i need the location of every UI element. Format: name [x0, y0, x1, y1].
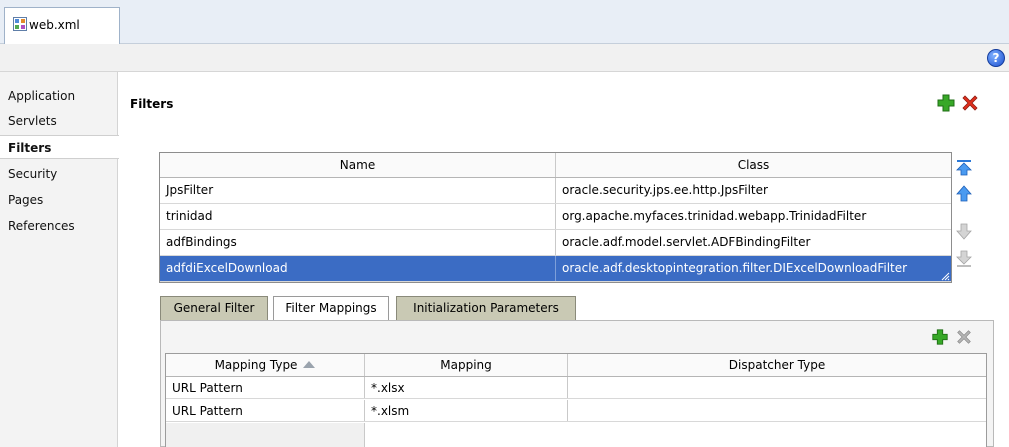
filter-name-cell: adfdiExcelDownload — [160, 256, 556, 281]
column-header-name[interactable]: Name — [160, 153, 556, 177]
mapping-cell: *.xlsm — [365, 400, 568, 421]
filter-class-cell: org.apache.myfaces.trinidad.webapp.Trini… — [562, 209, 867, 223]
remove-mapping-icon[interactable] — [955, 328, 973, 346]
sort-ascending-icon — [303, 361, 316, 368]
nav-item-filters[interactable]: Filters — [0, 135, 119, 159]
xml-file-icon — [13, 17, 27, 31]
table-row-selected[interactable]: adfdiExcelDownload oracle.adf.desktopint… — [160, 256, 951, 282]
mapping-type-cell: URL Pattern — [166, 377, 365, 398]
filter-name-cell: trinidad — [160, 204, 556, 229]
nav-item-references[interactable]: References — [0, 214, 118, 238]
table-row[interactable]: URL Pattern *.xlsx — [166, 377, 986, 399]
add-filter-icon[interactable] — [936, 93, 956, 113]
dispatcher-type-cell — [568, 400, 986, 421]
help-bar: ? — [0, 44, 1009, 72]
editor-tab-label: web.xml — [29, 18, 80, 32]
editor-tab-bar: web.xml — [0, 0, 1009, 44]
column-header-label: Mapping Type — [214, 358, 298, 372]
column-header-mapping[interactable]: Mapping — [365, 354, 568, 376]
table-header: Name Class — [160, 153, 951, 178]
editor-tab-web-xml[interactable]: web.xml — [4, 7, 120, 44]
move-down-icon[interactable] — [956, 222, 972, 240]
filter-name-cell: adfBindings — [160, 230, 556, 255]
column-header-dispatcher-type[interactable]: Dispatcher Type — [568, 354, 986, 376]
tab-general-filter[interactable]: General Filter — [160, 296, 268, 320]
remove-filter-icon[interactable] — [960, 93, 980, 113]
mapping-type-cell: URL Pattern — [166, 400, 365, 421]
tab-filter-mappings[interactable]: Filter Mappings — [273, 296, 389, 321]
add-mapping-icon[interactable] — [931, 328, 949, 346]
filter-class-cell: oracle.security.jps.ee.http.JpsFilter — [562, 183, 768, 197]
help-icon[interactable]: ? — [987, 49, 1005, 67]
nav-item-application[interactable]: Application — [0, 84, 118, 108]
column-header-class[interactable]: Class — [556, 153, 951, 177]
move-up-icon[interactable] — [956, 185, 972, 203]
column-header-mapping-type[interactable]: Mapping Type — [166, 354, 365, 376]
mappings-toolbar — [161, 321, 993, 351]
nav-item-security[interactable]: Security — [0, 162, 118, 186]
filters-title: Filters — [130, 97, 174, 111]
move-to-bottom-icon[interactable] — [956, 250, 972, 268]
table-row[interactable]: URL Pattern *.xlsm — [166, 400, 986, 422]
resize-grip-icon[interactable] — [940, 271, 950, 281]
empty-row-area — [166, 423, 365, 447]
nav-item-servlets[interactable]: Servlets — [0, 109, 118, 133]
mappings-table: Mapping Type Mapping Dispatcher Type URL… — [165, 353, 987, 447]
move-to-top-icon[interactable] — [956, 159, 972, 177]
filter-mappings-panel: Mapping Type Mapping Dispatcher Type URL… — [160, 320, 994, 447]
table-row[interactable]: adfBindings oracle.adf.model.servlet.ADF… — [160, 230, 951, 256]
table-row[interactable]: JpsFilter oracle.security.jps.ee.http.Jp… — [160, 178, 951, 204]
table-row[interactable]: trinidad org.apache.myfaces.trinidad.web… — [160, 204, 951, 230]
nav-item-pages[interactable]: Pages — [0, 188, 118, 212]
section-navigator: Application Servlets Filters Security Pa… — [0, 72, 119, 447]
dispatcher-type-cell — [568, 377, 986, 398]
filter-class-cell: oracle.adf.desktopintegration.filter.DIE… — [562, 261, 908, 275]
table-header: Mapping Type Mapping Dispatcher Type — [166, 354, 986, 377]
filter-name-cell: JpsFilter — [160, 178, 556, 203]
mapping-cell: *.xlsx — [365, 377, 568, 398]
filter-class-cell: oracle.adf.model.servlet.ADFBindingFilte… — [562, 235, 811, 249]
filters-table: Name Class JpsFilter oracle.security.jps… — [159, 152, 952, 283]
tab-initialization-parameters[interactable]: Initialization Parameters — [396, 296, 576, 320]
